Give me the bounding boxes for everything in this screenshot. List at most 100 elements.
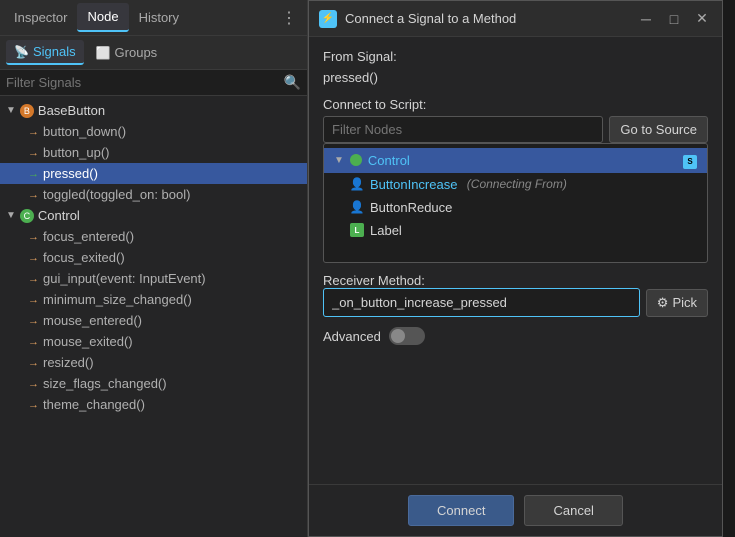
node-control[interactable]: ▼ Control S: [324, 148, 707, 173]
receiver-method-label: Receiver Method:: [323, 273, 708, 288]
signal-theme-changed-label: theme_changed(): [43, 397, 145, 412]
group-arrow-control: ▼: [6, 210, 16, 221]
filter-signals-input[interactable]: [6, 75, 280, 90]
node-tree: ▼ Control S 👤 ButtonIncrease (Connecting…: [323, 143, 708, 263]
signal-arrow-icon: →: [28, 168, 39, 180]
sub-tab-signals-label: Signals: [33, 44, 76, 59]
from-signal-value: pressed(): [323, 68, 708, 87]
sub-tab-bar: 📡 Signals ⬜ Groups: [0, 36, 307, 70]
search-icon: 🔍: [284, 74, 301, 91]
connect-to-script-section: Connect to Script: Go to Source ▼ Contro…: [323, 97, 708, 263]
signal-arrow-icon: →: [28, 189, 39, 201]
signal-focus-entered-label: focus_entered(): [43, 229, 134, 244]
signal-arrow-icon: →: [28, 273, 39, 285]
dialog-body: From Signal: pressed() Connect to Script…: [309, 37, 722, 484]
sub-tab-groups-label: Groups: [115, 45, 158, 60]
right-strip: [723, 0, 735, 537]
sub-tab-signals[interactable]: 📡 Signals: [6, 40, 84, 65]
left-panel: Inspector Node History ⋮ 📡 Signals ⬜ Gro…: [0, 0, 308, 537]
advanced-toggle[interactable]: [389, 327, 425, 345]
close-button[interactable]: ✕: [692, 9, 712, 29]
filter-nodes-input[interactable]: [323, 116, 603, 143]
signal-arrow-icon: →: [28, 294, 39, 306]
filter-nodes-row: Go to Source: [323, 116, 708, 143]
control-icon: C: [20, 209, 34, 223]
signal-arrow-icon: →: [28, 252, 39, 264]
signal-resized[interactable]: → resized(): [0, 352, 307, 373]
control-node-icon: [350, 154, 362, 166]
signal-mouse-exited-label: mouse_exited(): [43, 334, 133, 349]
signal-size-flags-changed-label: size_flags_changed(): [43, 376, 167, 391]
connect-signal-dialog: ⚡ Connect a Signal to a Method ─ □ ✕ Fro…: [308, 0, 723, 537]
goto-source-button[interactable]: Go to Source: [609, 116, 708, 143]
dialog-icon: ⚡: [319, 10, 337, 28]
signal-focus-exited[interactable]: → focus_exited(): [0, 247, 307, 268]
node-label-text: Label: [370, 223, 402, 238]
node-control-label: Control: [368, 153, 410, 168]
node-script-badge: S: [683, 152, 697, 169]
node-button-reduce-label: ButtonReduce: [370, 200, 452, 215]
signal-toggled-label: toggled(toggled_on: bool): [43, 187, 190, 202]
signal-arrow-icon: →: [28, 147, 39, 159]
signal-minimum-size-changed[interactable]: → minimum_size_changed(): [0, 289, 307, 310]
signal-focus-entered[interactable]: → focus_entered(): [0, 226, 307, 247]
connect-button[interactable]: Connect: [408, 495, 514, 526]
signal-button-down[interactable]: → button_down(): [0, 121, 307, 142]
signal-size-flags-changed[interactable]: → size_flags_changed(): [0, 373, 307, 394]
dialog-title: Connect a Signal to a Method: [345, 11, 628, 26]
signals-icon: 📡: [14, 45, 29, 59]
receiver-method-section: Receiver Method: ⚙ Pick: [323, 273, 708, 317]
signal-toggled[interactable]: → toggled(toggled_on: bool): [0, 184, 307, 205]
pick-button[interactable]: ⚙ Pick: [646, 289, 708, 317]
groups-icon: ⬜: [96, 46, 111, 60]
signal-gui-input-label: gui_input(event: InputEvent): [43, 271, 206, 286]
connect-to-script-label: Connect to Script:: [323, 97, 708, 112]
tab-menu-button[interactable]: ⋮: [275, 6, 303, 30]
filter-bar: 🔍: [0, 70, 307, 96]
signal-pressed[interactable]: → pressed(): [0, 163, 307, 184]
signal-theme-changed[interactable]: → theme_changed(): [0, 394, 307, 415]
script-icon: S: [683, 155, 697, 169]
advanced-label: Advanced: [323, 329, 381, 344]
person-icon: 👤: [350, 200, 364, 214]
group-base-button-label: BaseButton: [38, 103, 105, 118]
node-button-reduce[interactable]: 👤 ButtonReduce: [324, 196, 707, 219]
tab-history[interactable]: History: [129, 4, 189, 31]
tab-node[interactable]: Node: [77, 3, 128, 32]
signal-arrow-icon: →: [28, 378, 39, 390]
group-base-button-header[interactable]: ▼ B BaseButton: [0, 100, 307, 121]
group-control-label: Control: [38, 208, 80, 223]
signal-tree: ▼ B BaseButton → button_down() → button_…: [0, 96, 307, 537]
node-button-increase-label: ButtonIncrease: [370, 177, 457, 192]
cancel-button[interactable]: Cancel: [524, 495, 622, 526]
signal-gui-input[interactable]: → gui_input(event: InputEvent): [0, 268, 307, 289]
signal-mouse-entered[interactable]: → mouse_entered(): [0, 310, 307, 331]
signal-arrow-icon: →: [28, 336, 39, 348]
signal-focus-exited-label: focus_exited(): [43, 250, 125, 265]
base-button-icon: B: [20, 104, 34, 118]
tab-bar: Inspector Node History ⋮: [0, 0, 307, 36]
signal-pressed-label: pressed(): [43, 166, 98, 181]
signal-button-up-label: button_up(): [43, 145, 110, 160]
label-icon: L: [350, 223, 364, 237]
node-button-increase[interactable]: 👤 ButtonIncrease (Connecting From): [324, 173, 707, 196]
signal-arrow-icon: →: [28, 399, 39, 411]
person-icon: 👤: [350, 177, 364, 191]
tab-inspector[interactable]: Inspector: [4, 4, 77, 31]
sub-tab-groups[interactable]: ⬜ Groups: [88, 41, 166, 64]
signal-button-up[interactable]: → button_up(): [0, 142, 307, 163]
node-label[interactable]: L Label: [324, 219, 707, 242]
maximize-button[interactable]: □: [664, 9, 684, 29]
receiver-method-input[interactable]: [323, 288, 640, 317]
group-control-header[interactable]: ▼ C Control: [0, 205, 307, 226]
node-arrow-control: ▼: [334, 155, 344, 166]
pick-label: Pick: [672, 295, 697, 310]
minimize-button[interactable]: ─: [636, 9, 656, 29]
signal-arrow-icon: →: [28, 315, 39, 327]
advanced-row: Advanced: [323, 327, 708, 345]
pick-icon: ⚙: [657, 295, 669, 311]
from-signal-section: From Signal: pressed(): [323, 49, 708, 87]
signal-minimum-size-changed-label: minimum_size_changed(): [43, 292, 192, 307]
connecting-from-label: (Connecting From): [463, 177, 566, 191]
signal-mouse-exited[interactable]: → mouse_exited(): [0, 331, 307, 352]
